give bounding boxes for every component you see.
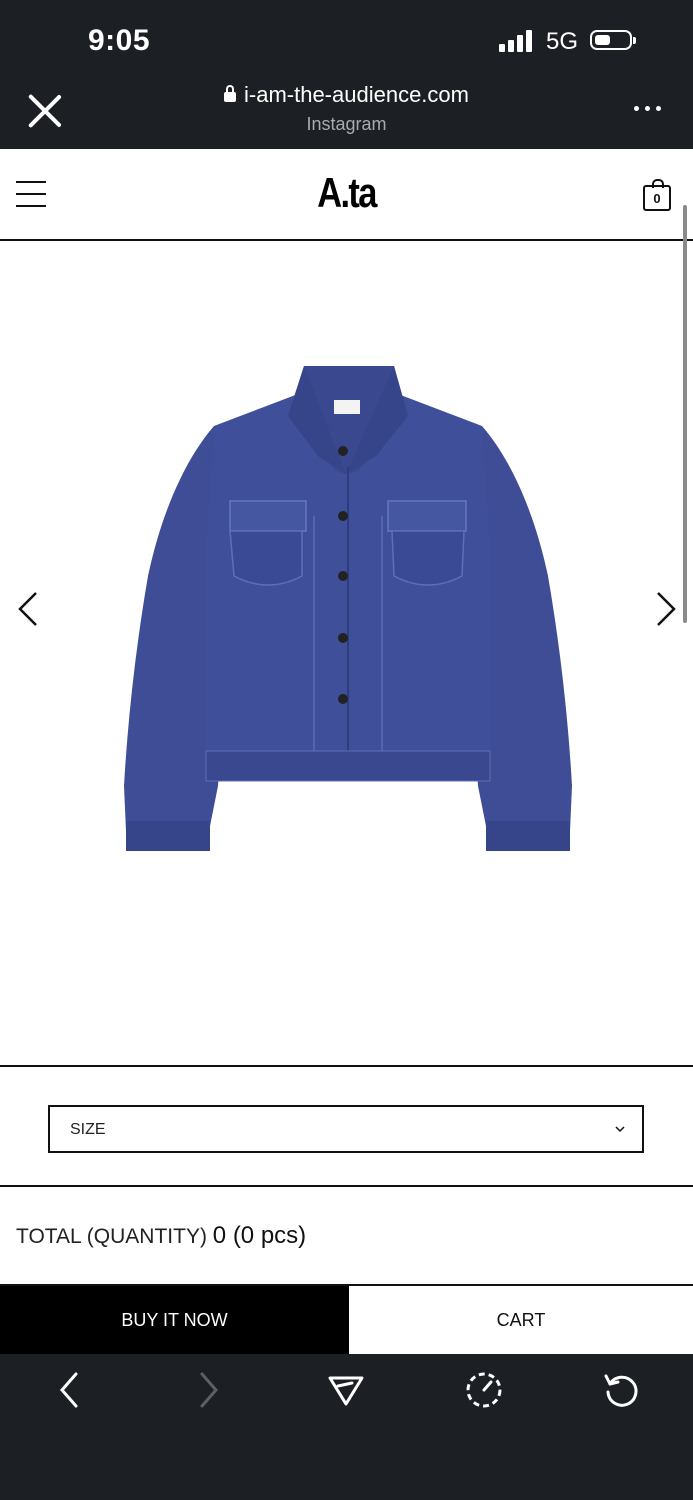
source-label: Instagram <box>306 114 387 134</box>
hamburger-icon[interactable] <box>16 181 46 209</box>
clock: 9:05 <box>88 24 151 57</box>
site-logo[interactable]: A.ta <box>62 169 630 217</box>
back-icon[interactable] <box>50 1370 90 1410</box>
total-value: 0 (0 pcs) <box>212 1222 307 1249</box>
url-text: i-am-the-audience.com <box>244 82 469 107</box>
size-select[interactable]: SIZE <box>48 1105 644 1153</box>
product-image[interactable] <box>118 366 578 866</box>
home-indicator <box>235 1482 457 1488</box>
total-quantity: TOTAL (QUANTITY) 0 (0 pcs) <box>16 1222 306 1250</box>
size-label: SIZE <box>70 1121 106 1138</box>
status-bar: 9:05 5G <box>0 0 693 80</box>
web-page: A.ta 0 SIZE TOTAL (QUANTITY) 0 (0 pcs) B… <box>0 149 693 1354</box>
forward-icon[interactable] <box>188 1370 228 1410</box>
battery-icon <box>590 30 636 50</box>
divider <box>0 1185 693 1187</box>
prev-image-icon[interactable] <box>14 591 44 627</box>
add-to-cart-button[interactable]: CART <box>349 1286 693 1354</box>
more-icon[interactable] <box>634 106 664 114</box>
browser-bar: i-am-the-audience.com Instagram <box>0 80 693 149</box>
signal-icon <box>499 30 535 52</box>
total-label: TOTAL (QUANTITY) <box>16 1225 207 1248</box>
reload-icon[interactable] <box>602 1370 642 1410</box>
share-icon[interactable] <box>326 1370 366 1410</box>
cart-count: 0 <box>653 191 661 206</box>
buy-now-button[interactable]: BUY IT NOW <box>0 1286 349 1354</box>
url-display[interactable]: i-am-the-audience.com <box>0 82 693 108</box>
lock-icon <box>224 85 236 102</box>
network-type: 5G <box>546 28 579 55</box>
chevron-down-icon <box>615 1126 625 1133</box>
bag-icon[interactable]: 0 <box>643 179 671 211</box>
product-gallery <box>0 241 693 1067</box>
browser-toolbar <box>0 1354 693 1500</box>
next-image-icon[interactable] <box>650 591 680 627</box>
site-header: A.ta 0 <box>0 149 693 241</box>
speed-icon[interactable] <box>464 1370 504 1410</box>
